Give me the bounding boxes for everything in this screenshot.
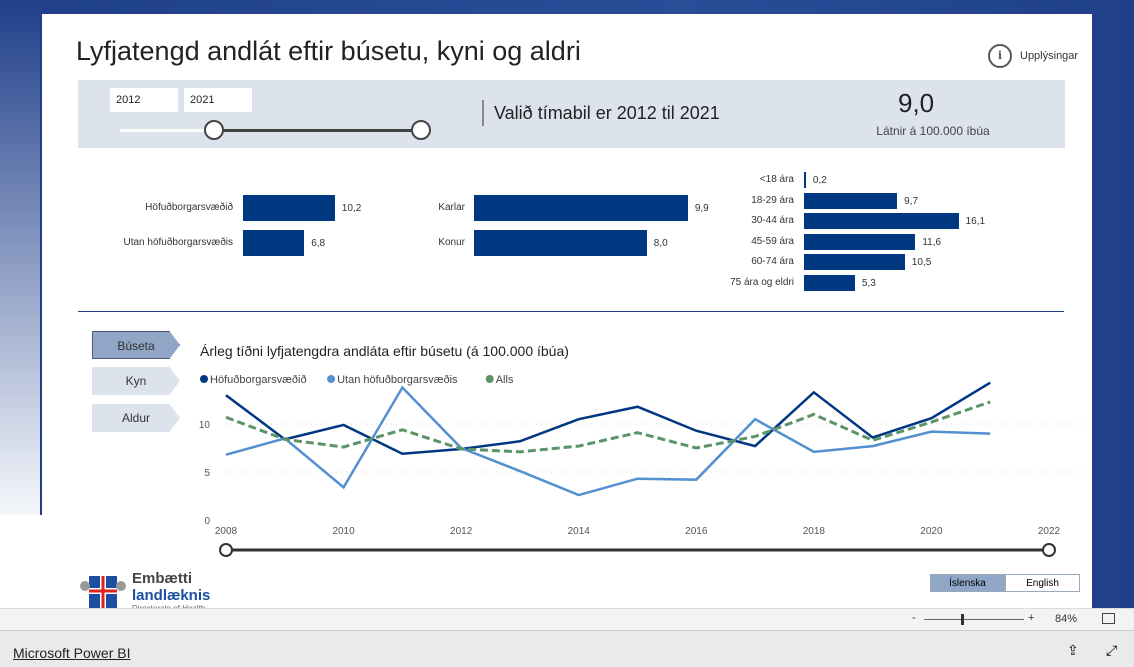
- age_bars-label: 75 ára og eldri: [730, 276, 794, 288]
- x-range-end-handle[interactable]: [1042, 543, 1056, 557]
- y-tick-label: 5: [204, 468, 210, 479]
- sex_bars-label: Karlar: [438, 202, 465, 213]
- y-tick-label: 0: [204, 516, 210, 527]
- zoom-level: 84%: [1055, 613, 1078, 625]
- legend-label: Alls: [496, 374, 514, 386]
- legend-marker: [200, 375, 208, 383]
- year-to-input[interactable]: 2021: [184, 88, 252, 112]
- age_bars-bar[interactable]: [804, 274, 855, 291]
- x-tick-label: 2022: [1038, 526, 1061, 537]
- age_bars-bar[interactable]: [804, 172, 806, 188]
- info-icon: i: [988, 44, 1012, 68]
- kpi-value: 9,0: [898, 88, 935, 118]
- x-tick-label: 2020: [920, 526, 943, 537]
- legend-marker: [485, 375, 494, 383]
- filter-band: 2012 2021 Valið tímabil er 2012 til 2021…: [78, 80, 1065, 148]
- background-gradient: [0, 0, 40, 515]
- zoom-in-button[interactable]: +: [1028, 612, 1034, 624]
- age_bars-value: 16,1: [965, 216, 986, 227]
- info-button[interactable]: i Upplýsingar: [988, 44, 1078, 68]
- logo-line1: Embætti: [132, 569, 192, 587]
- residence_bars-label: Höfuðborgarsvæðið: [145, 202, 233, 213]
- background-white: [0, 515, 42, 608]
- page-title: Lyfjatengd andlát eftir búsetu, kyni og …: [76, 36, 581, 66]
- zoom-bar: - + 84%: [0, 608, 1134, 630]
- language-switch: Íslenska English: [930, 574, 1080, 592]
- age_bars-bar[interactable]: [804, 254, 905, 270]
- age_bars-value: 0,2: [812, 175, 827, 186]
- sex_bars-label: Konur: [438, 237, 465, 248]
- lang-islenska-button[interactable]: Íslenska: [930, 574, 1005, 592]
- legend-label: Höfuðborgarsvæðið: [210, 374, 307, 386]
- x-tick-label: 2008: [215, 526, 238, 537]
- fullscreen-icon[interactable]: ⤢: [1106, 642, 1117, 659]
- lang-english-button[interactable]: English: [1005, 574, 1080, 592]
- line-chart: Árleg tíðni lyfjatengdra andláta eftir b…: [199, 343, 1082, 557]
- age_bars-value: 10,5: [911, 257, 932, 268]
- x-tick-label: 2018: [803, 526, 826, 537]
- age_bars-value: 5,3: [861, 277, 876, 289]
- age_bars-label: 18-29 ára: [751, 194, 794, 206]
- year-slider-range: [212, 129, 420, 132]
- power-bi-link[interactable]: Microsoft Power BI: [13, 645, 130, 661]
- age_bars-label: <18 ára: [759, 174, 794, 185]
- year-slider-end-handle[interactable]: [411, 120, 431, 140]
- divider: [78, 311, 1064, 312]
- x-tick-label: 2014: [568, 526, 591, 537]
- legend-label: Utan höfuðborgarsvæðis: [337, 374, 458, 386]
- period-text: Valið tímabil er 2012 til 2021: [482, 100, 720, 126]
- legend-marker: [327, 375, 336, 383]
- nav-aldur-button[interactable]: Aldur: [92, 404, 180, 432]
- nav-kyn-button[interactable]: Kyn: [92, 367, 180, 395]
- age_bars-bar[interactable]: [804, 233, 916, 250]
- info-label: Upplýsingar: [1020, 50, 1079, 62]
- report-page: Lyfjatengd andlát eftir búsetu, kyni og …: [42, 14, 1092, 613]
- logo-line2: landlæknis: [132, 586, 211, 604]
- x-range-start-handle[interactable]: [219, 543, 233, 557]
- zoom-slider-handle[interactable]: [961, 614, 964, 625]
- chart-title: Árleg tíðni lyfjatengdra andláta eftir b…: [200, 343, 569, 359]
- residence_bars-label: Utan höfuðborgarsvæðis: [123, 237, 233, 248]
- year-from-input[interactable]: 2012: [110, 88, 178, 112]
- age_bars-label: 45-59 ára: [751, 235, 794, 247]
- age_bars-value: 11,6: [922, 236, 942, 248]
- share-icon[interactable]: ⇪: [1067, 642, 1079, 659]
- year-slider-start-handle[interactable]: [204, 120, 224, 140]
- fit-to-page-icon[interactable]: [1102, 613, 1115, 624]
- age_bars-bar[interactable]: [804, 192, 898, 209]
- age_bars-label: 60-74 ára: [751, 256, 794, 267]
- nav-buseta-button[interactable]: Búseta: [92, 331, 180, 359]
- x-tick-label: 2016: [685, 526, 708, 537]
- zoom-slider[interactable]: [924, 619, 1024, 620]
- age_bars-label: 30-44 ára: [751, 215, 794, 226]
- age_bars-value: 9,7: [904, 195, 919, 207]
- kpi-label: Látnir á 100.000 íbúa: [876, 124, 990, 138]
- y-tick-label: 10: [199, 420, 211, 431]
- x-tick-label: 2010: [332, 526, 355, 537]
- footer: Microsoft Power BI ⇪ ⤢: [0, 630, 1134, 667]
- series-line-Utan höfuðborgarsvæðis: [225, 385, 991, 497]
- age_bars-bar[interactable]: [804, 213, 959, 229]
- zoom-out-button[interactable]: -: [912, 612, 916, 624]
- series-line-Höfuðborgarsvæðið: [225, 381, 991, 456]
- x-tick-label: 2012: [450, 526, 473, 537]
